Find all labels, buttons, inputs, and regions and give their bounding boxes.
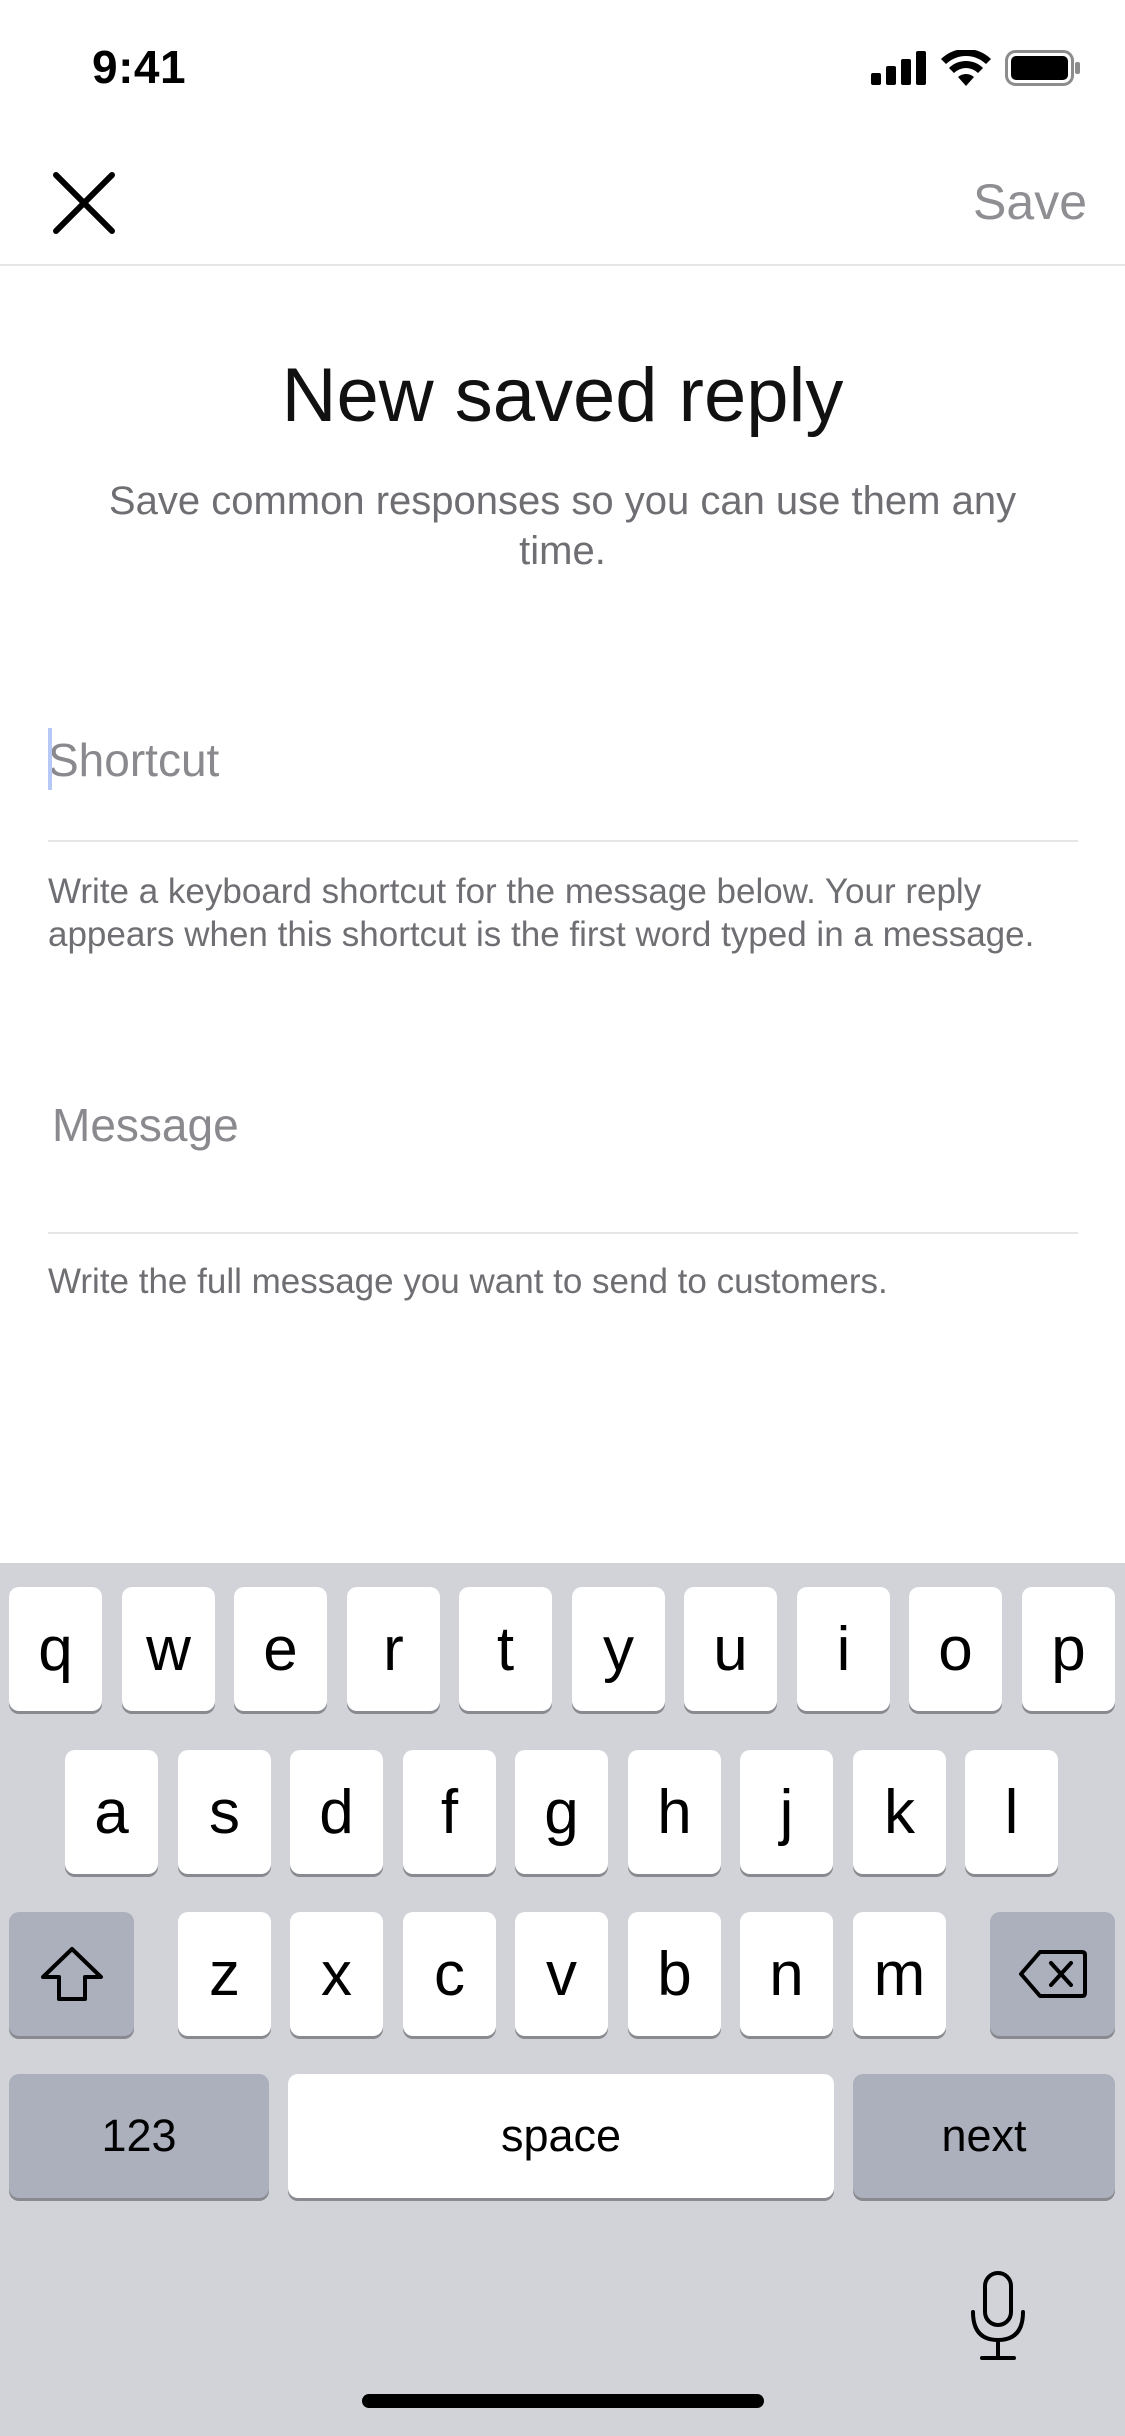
keyboard: q w e r t y u i o p a s d f g h j k l z … [0, 1563, 1125, 2436]
shift-key[interactable] [9, 1912, 134, 2036]
dictation-button[interactable] [962, 2264, 1034, 2368]
shift-icon [40, 1947, 103, 2001]
signal-icon [871, 51, 927, 90]
key-w[interactable]: w [122, 1587, 215, 1711]
page-title: New saved reply [281, 353, 844, 438]
key-h[interactable]: h [628, 1750, 721, 1874]
key-q[interactable]: q [9, 1587, 102, 1711]
wifi-icon [941, 48, 991, 91]
numbers-key[interactable]: 123 [9, 2074, 269, 2198]
key-a[interactable]: a [65, 1750, 158, 1874]
shortcut-input[interactable] [48, 720, 1078, 800]
microphone-icon [971, 2271, 1025, 2360]
key-t[interactable]: t [459, 1587, 552, 1711]
key-m[interactable]: m [853, 1912, 946, 2036]
home-indicator[interactable] [362, 2394, 764, 2408]
message-helper-text: Write the full message you want to send … [48, 1262, 888, 1301]
key-l[interactable]: l [965, 1750, 1058, 1874]
status-bar: 9:41 [0, 0, 1125, 135]
delete-icon [1018, 1950, 1087, 1998]
key-i[interactable]: i [797, 1587, 890, 1711]
key-g[interactable]: g [515, 1750, 608, 1874]
nav-bar: Save [0, 135, 1125, 266]
key-d[interactable]: d [290, 1750, 383, 1874]
key-j[interactable]: j [740, 1750, 833, 1874]
space-key[interactable]: space [288, 2074, 834, 2198]
key-p[interactable]: p [1022, 1587, 1115, 1711]
close-icon [53, 172, 115, 234]
page-subtitle: Save common responses so you can use the… [108, 479, 1017, 573]
key-o[interactable]: o [909, 1587, 1002, 1711]
battery-icon [1005, 50, 1081, 91]
key-b[interactable]: b [628, 1912, 721, 2036]
key-f[interactable]: f [403, 1750, 496, 1874]
key-r[interactable]: r [347, 1587, 440, 1711]
text-caret [48, 728, 52, 790]
shortcut-helper-text: Write a keyboard shortcut for the messag… [48, 872, 1035, 954]
status-icons [871, 48, 1081, 91]
key-c[interactable]: c [403, 1912, 496, 2036]
key-s[interactable]: s [178, 1750, 271, 1874]
message-field[interactable] [48, 1085, 1078, 1234]
key-v[interactable]: v [515, 1912, 608, 2036]
key-u[interactable]: u [684, 1587, 777, 1711]
key-z[interactable]: z [178, 1912, 271, 2036]
key-e[interactable]: e [234, 1587, 327, 1711]
status-time: 9:41 [92, 41, 187, 93]
key-x[interactable]: x [290, 1912, 383, 2036]
key-n[interactable]: n [740, 1912, 833, 2036]
key-k[interactable]: k [853, 1750, 946, 1874]
message-input[interactable] [48, 1085, 1078, 1165]
next-key[interactable]: next [853, 2074, 1115, 2198]
key-y[interactable]: y [572, 1587, 665, 1711]
shortcut-field[interactable] [48, 720, 1078, 842]
delete-key[interactable] [990, 1912, 1115, 2036]
save-button[interactable]: Save [973, 173, 1087, 231]
close-button[interactable] [40, 159, 128, 247]
